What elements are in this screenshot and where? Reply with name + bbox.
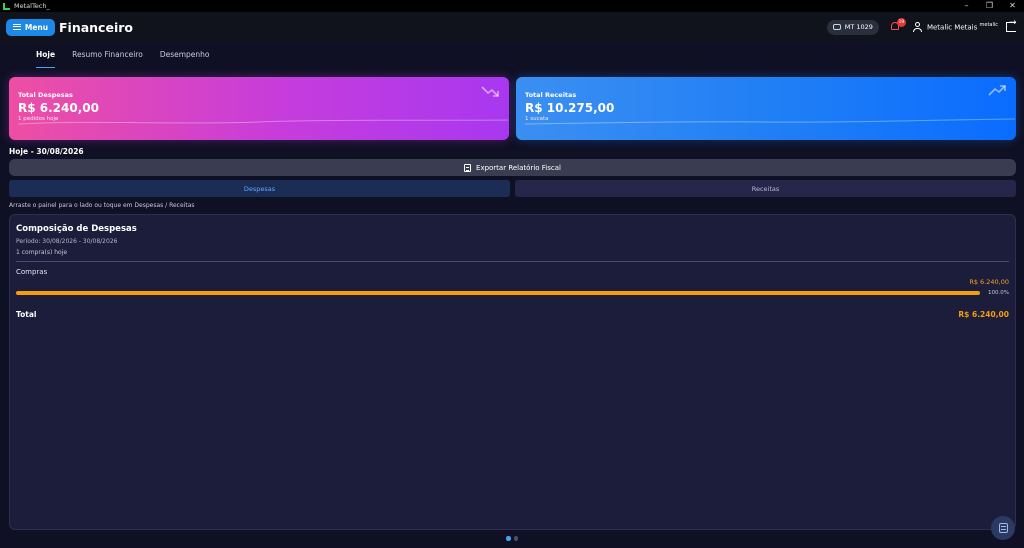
tab-bar: Hoje Resumo Financeiro Desempenho xyxy=(0,42,1024,70)
tab-hoje[interactable]: Hoje xyxy=(36,42,56,70)
segment-receitas[interactable]: Receitas xyxy=(515,180,1016,197)
user-icon xyxy=(913,22,923,32)
notifications-button[interactable]: 19 xyxy=(890,18,906,32)
user-tag: metalic xyxy=(979,22,999,29)
machine-chip[interactable]: MT 1029 xyxy=(826,19,879,35)
menu-button[interactable]: Menu xyxy=(6,18,55,36)
document-icon xyxy=(464,163,472,172)
panel-title: Composição de Despesas xyxy=(16,224,137,234)
app-header: Menu Financeiro MT 1029 19 Metalic Metai… xyxy=(0,12,1024,42)
panel-period: Período: 30/08/2026 - 30/08/2026 xyxy=(16,238,118,245)
swipe-hint: Arraste o painel para o lado ou toque em… xyxy=(9,202,195,209)
export-report-label: Exportar Relatório Fiscal xyxy=(476,163,561,172)
app-icon xyxy=(3,2,10,10)
income-card[interactable]: Total Receitas R$ 10.275,00 1 sucata xyxy=(516,77,1016,140)
trend-up-icon xyxy=(988,85,1006,96)
header-actions: MT 1029 19 Metalic Metais metalic xyxy=(826,12,1017,42)
page-dot[interactable] xyxy=(513,536,518,541)
export-report-button[interactable]: Exportar Relatório Fiscal xyxy=(9,159,1016,176)
hamburger-icon xyxy=(12,24,21,30)
income-wave xyxy=(525,118,1015,125)
robot-icon xyxy=(832,24,841,30)
expenses-card-value: R$ 6.240,00 xyxy=(18,101,99,115)
category-percent: 100.0% xyxy=(988,290,1009,296)
close-button[interactable]: ✕ xyxy=(1001,0,1024,12)
window-title: MetalTech_ xyxy=(14,2,50,10)
window-controls: – ❐ ✕ xyxy=(955,0,1024,12)
page-indicator xyxy=(506,536,518,541)
note-icon xyxy=(998,523,1008,533)
category-name: Compras xyxy=(16,268,48,276)
expenses-wave xyxy=(18,119,508,125)
total-value: R$ 6.240,00 xyxy=(958,310,1009,319)
expenses-card[interactable]: Total Despesas R$ 6.240,00 1 pedidos hoj… xyxy=(9,77,509,140)
window-titlebar: MetalTech_ – ❐ ✕ xyxy=(0,0,1024,12)
trend-down-icon xyxy=(481,86,499,97)
total-label: Total xyxy=(16,310,37,319)
income-card-label: Total Receitas xyxy=(525,91,577,99)
notification-badge: 19 xyxy=(896,18,906,27)
category-bar-fill xyxy=(16,291,980,295)
page-title: Financeiro xyxy=(59,19,133,35)
menu-button-label: Menu xyxy=(24,22,49,32)
date-label: Hoje - 30/08/2026 xyxy=(9,147,84,156)
logout-icon[interactable] xyxy=(1006,18,1017,32)
machine-chip-label: MT 1029 xyxy=(844,23,873,31)
expenses-card-label: Total Despesas xyxy=(18,91,73,99)
maximize-button[interactable]: ❐ xyxy=(978,0,1001,12)
category-bar xyxy=(16,291,980,295)
tab-resumo-financeiro[interactable]: Resumo Financeiro xyxy=(72,42,143,70)
user-menu[interactable]: Metalic Metais metalic xyxy=(913,22,999,32)
tab-desempenho[interactable]: Desempenho xyxy=(160,42,210,70)
panel-count: 1 compra(s) hoje xyxy=(16,249,68,256)
income-card-value: R$ 10.275,00 xyxy=(525,101,615,115)
category-value: R$ 6.240,00 xyxy=(969,278,1009,286)
composition-panel[interactable]: Composição de Despesas Período: 30/08/20… xyxy=(9,214,1016,530)
minimize-button[interactable]: – xyxy=(955,0,978,12)
panel-divider xyxy=(16,261,1009,262)
segment-despesas[interactable]: Despesas xyxy=(9,180,510,197)
page-dot[interactable] xyxy=(506,536,511,541)
notes-fab[interactable] xyxy=(991,516,1015,540)
user-name: Metalic Metais metalic xyxy=(926,22,999,32)
